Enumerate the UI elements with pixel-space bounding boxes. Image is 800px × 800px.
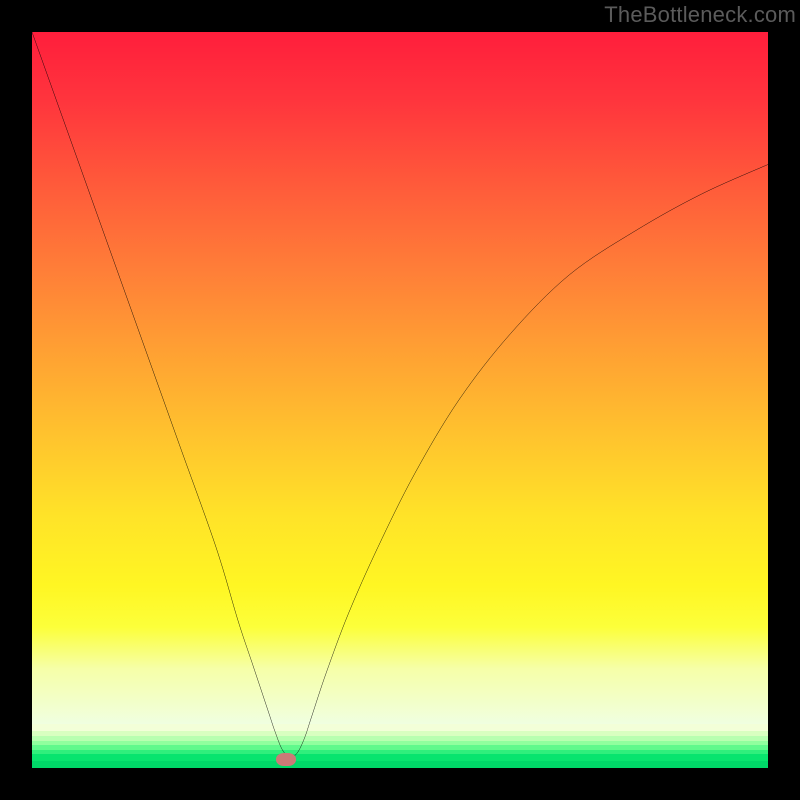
chart-frame: TheBottleneck.com [0, 0, 800, 800]
bottleneck-curve [32, 32, 768, 768]
minimum-marker [276, 753, 296, 766]
plot-area [32, 32, 768, 768]
watermark-text: TheBottleneck.com [604, 2, 796, 28]
